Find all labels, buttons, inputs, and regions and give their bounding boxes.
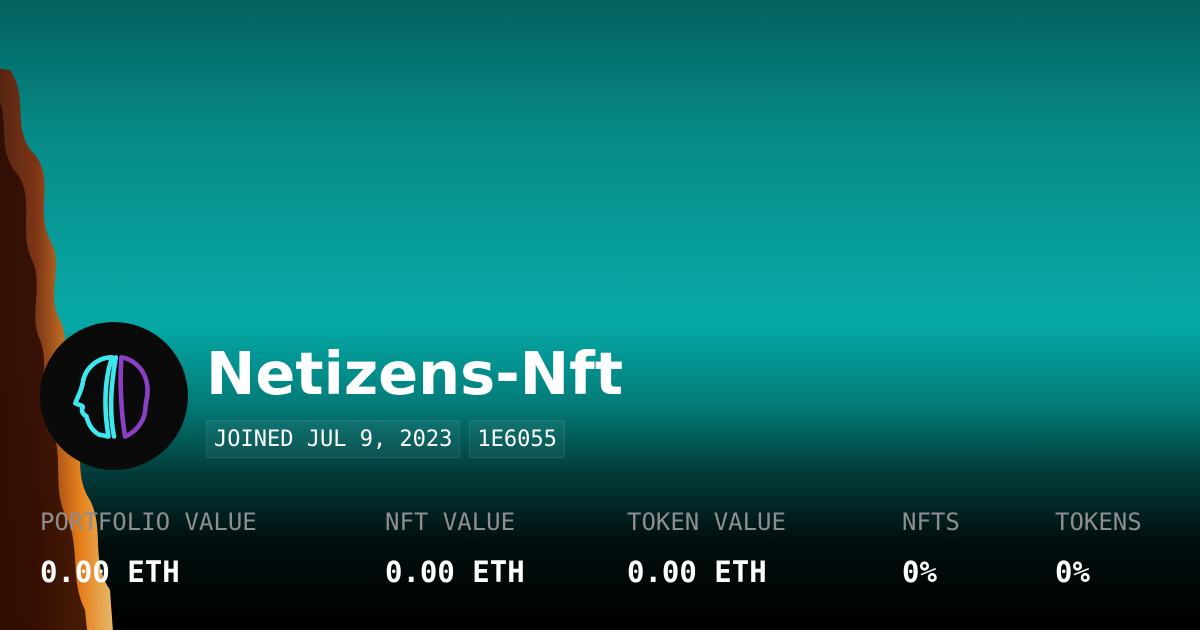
stat-value: 0% [1055, 555, 1090, 589]
stat-value: 0.00 ETH [385, 555, 525, 589]
address-badge: 1E6055 [469, 420, 565, 458]
stat-value: 0.00 ETH [627, 555, 767, 589]
profile-name: Netizens-Nft [206, 339, 624, 408]
tokens-stat: TOKENS 0% [1055, 506, 1142, 590]
portfolio-value-stat: PORTFOLIO VALUE 0.00 ETH [40, 506, 257, 590]
stat-label: PORTFOLIO VALUE [40, 508, 257, 536]
stat-label: TOKEN VALUE [627, 508, 786, 536]
profile-share-card: Netizens-Nft JOINED JUL 9, 2023 1E6055 P… [0, 0, 1200, 630]
netizens-head-logo-icon [73, 355, 150, 439]
token-value-stat: TOKEN VALUE 0.00 ETH [627, 506, 786, 590]
nft-value-stat: NFT VALUE 0.00 ETH [385, 506, 525, 590]
stat-label: NFT VALUE [385, 508, 516, 536]
nfts-stat: NFTS 0% [902, 506, 960, 590]
profile-badges: JOINED JUL 9, 2023 1E6055 [206, 420, 565, 458]
joined-date-badge: JOINED JUL 9, 2023 [206, 420, 461, 458]
stat-value: 0.00 ETH [40, 555, 180, 589]
stat-value: 0% [902, 555, 937, 589]
stat-label: TOKENS [1055, 508, 1142, 536]
stat-label: NFTS [902, 508, 960, 536]
avatar [40, 322, 188, 470]
